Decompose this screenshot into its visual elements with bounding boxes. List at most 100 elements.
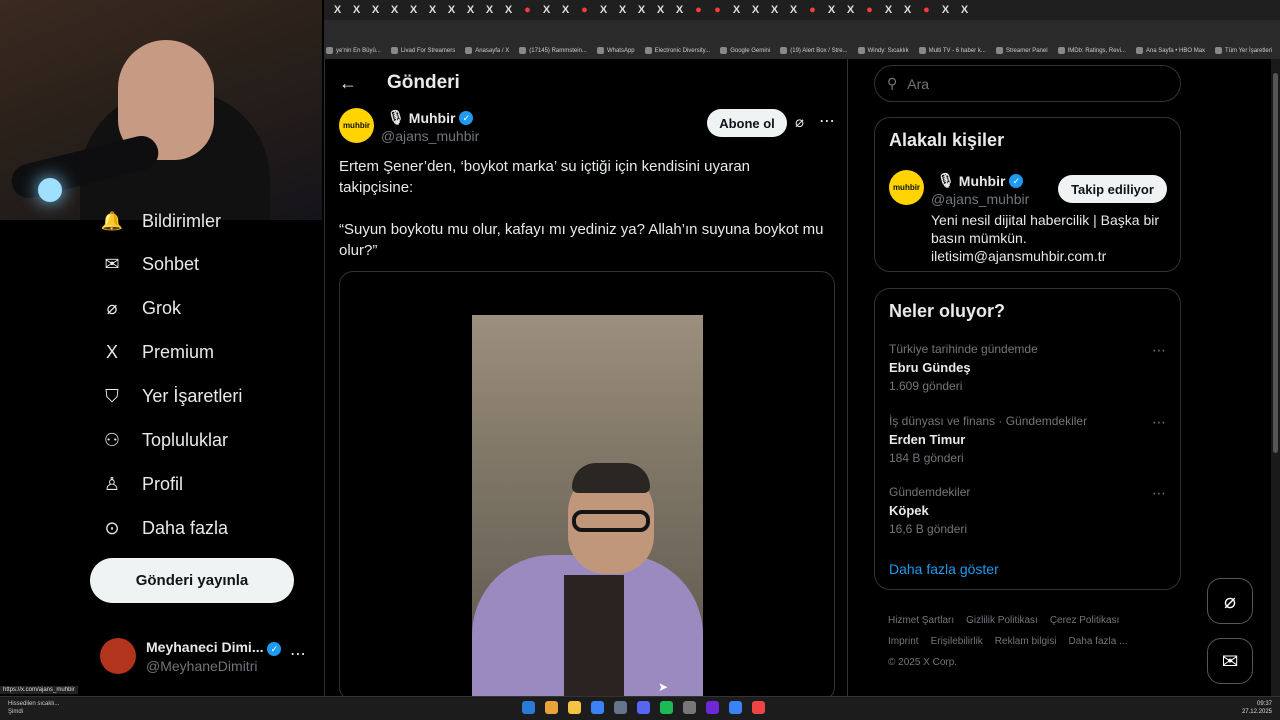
nav-item-5[interactable]: ⚇ Topluluklar <box>100 425 228 455</box>
x-tab-icon[interactable]: X <box>556 0 575 20</box>
weather-notification[interactable]: Hissedilen sıcaklı... Şimdi <box>8 700 59 716</box>
footer-link[interactable]: Erişilebilirlik <box>931 636 983 647</box>
author-name[interactable]: 🎙 Muhbir ✓ <box>387 109 474 126</box>
nav-item-2[interactable]: ⌀ Grok <box>100 293 181 323</box>
messages-fab-icon[interactable]: ✉ <box>1207 638 1253 684</box>
scrollbar-thumb[interactable] <box>1273 73 1278 453</box>
post-media[interactable]: ➤ <box>339 271 835 701</box>
related-name[interactable]: 🎙 Muhbir ✓ <box>937 172 1024 189</box>
nav-item-1[interactable]: ✉ Sohbet <box>100 249 199 279</box>
bookmark-item[interactable]: Anasayfa / X <box>465 47 509 54</box>
x-tab-icon[interactable]: X <box>765 0 784 20</box>
x-tab-icon[interactable]: X <box>613 0 632 20</box>
footer-link[interactable]: Daha fazla ... <box>1068 636 1127 647</box>
bookmark-item[interactable]: Google Gemini <box>720 47 770 54</box>
x-tab-icon[interactable]: X <box>404 0 423 20</box>
taskbar-app-icon[interactable] <box>706 701 719 714</box>
youtube-tab-icon[interactable]: ● <box>917 0 936 20</box>
x-tab-icon[interactable]: X <box>784 0 803 20</box>
x-tab-icon[interactable]: X <box>632 0 651 20</box>
scrollbar[interactable] <box>1271 59 1280 696</box>
author-avatar[interactable]: muhbir <box>339 108 374 143</box>
x-tab-icon[interactable]: X <box>879 0 898 20</box>
taskbar-app-icon[interactable] <box>729 701 742 714</box>
more-icon[interactable]: ⋯ <box>1152 342 1166 359</box>
taskbar-app-icon[interactable] <box>545 701 558 714</box>
bookmark-item[interactable]: Livad For Streamers <box>390 47 455 54</box>
taskbar-app-icon[interactable] <box>637 701 650 714</box>
bookmark-item[interactable]: IMDb: Ratings, Revi... <box>1057 47 1126 54</box>
video-player[interactable] <box>472 315 703 700</box>
taskbar-app-icon[interactable] <box>683 701 696 714</box>
trend-item[interactable]: İş dünyası ve finans · Gündemdekiler Erde… <box>889 414 1174 465</box>
related-handle[interactable]: @ajans_muhbir <box>931 191 1029 207</box>
related-avatar[interactable]: muhbir <box>889 170 924 205</box>
bookmark-item[interactable]: WhatsApp <box>596 47 635 54</box>
youtube-tab-icon[interactable]: ● <box>518 0 537 20</box>
x-tab-icon[interactable]: X <box>385 0 404 20</box>
trend-item[interactable]: Gündemdekiler Köpek 16,6 B gönderi ⋯ <box>889 485 1174 536</box>
clock[interactable]: 09:37 27.12.2025 <box>1242 700 1272 716</box>
x-tab-icon[interactable]: X <box>670 0 689 20</box>
x-tab-icon[interactable]: X <box>366 0 385 20</box>
nav-item-6[interactable]: ♙ Profil <box>100 469 183 499</box>
grok-icon[interactable]: ⌀ <box>795 113 804 131</box>
x-tab-icon[interactable]: X <box>841 0 860 20</box>
taskbar-app-icon[interactable] <box>522 701 535 714</box>
x-tab-icon[interactable]: X <box>936 0 955 20</box>
bookmark-item[interactable]: Streamer Panel <box>995 47 1048 54</box>
footer-link[interactable]: Çerez Politikası <box>1050 615 1119 626</box>
post-button[interactable]: Gönderi yayınla <box>90 558 294 603</box>
bookmark-item[interactable]: Ana Sayfa • HBO Max <box>1135 47 1205 54</box>
x-tab-icon[interactable]: X <box>727 0 746 20</box>
bookmark-item[interactable]: Multi TV - 6 haber k... <box>918 47 986 54</box>
bookmark-item[interactable]: Tüm Yer İşaretleri <box>1215 47 1272 54</box>
bookmark-item[interactable]: Windy: Sıcaklık <box>857 47 909 54</box>
x-tab-icon[interactable]: X <box>480 0 499 20</box>
bookmark-item[interactable]: (17145) Rammstein... <box>519 47 587 54</box>
x-tab-icon[interactable]: X <box>423 0 442 20</box>
back-arrow-icon[interactable]: ← <box>339 73 357 94</box>
show-more-link[interactable]: Daha fazla göster <box>889 561 999 577</box>
footer-link[interactable]: Reklam bilgisi <box>995 636 1057 647</box>
youtube-tab-icon[interactable]: ● <box>803 0 822 20</box>
subscribe-button[interactable]: Abone ol <box>707 109 787 137</box>
x-tab-icon[interactable]: X <box>537 0 556 20</box>
x-tab-icon[interactable]: X <box>461 0 480 20</box>
x-tab-icon[interactable]: X <box>442 0 461 20</box>
nav-item-7[interactable]: ⊙ Daha fazla <box>100 513 228 543</box>
nav-item-4[interactable]: ⛉ Yer İşaretleri <box>100 381 242 411</box>
youtube-tab-icon[interactable]: ● <box>689 0 708 20</box>
search-box[interactable]: ⚲ Ara <box>874 65 1181 102</box>
nav-item-0[interactable]: 🔔 Bildirimler <box>100 206 221 236</box>
more-options-icon[interactable]: ⋯ <box>819 111 835 131</box>
x-tab-icon[interactable]: X <box>955 0 974 20</box>
more-icon[interactable]: ⋯ <box>1152 485 1166 502</box>
x-tab-icon[interactable]: X <box>499 0 518 20</box>
bookmark-item[interactable]: ye'nin En Büyü... <box>326 47 381 54</box>
taskbar-app-icon[interactable] <box>660 701 673 714</box>
footer-link[interactable]: Gizlilik Politikası <box>966 615 1038 626</box>
youtube-tab-icon[interactable]: ● <box>708 0 727 20</box>
bookmark-item[interactable]: Electronic Diversity... <box>644 47 710 54</box>
grok-fab-icon[interactable]: ⌀ <box>1207 578 1253 624</box>
search-input[interactable]: Ara <box>907 76 929 92</box>
taskbar-app-icon[interactable] <box>752 701 765 714</box>
bookmark-item[interactable]: (19) Alert Box / Stre... <box>780 47 848 54</box>
x-tab-icon[interactable]: X <box>594 0 613 20</box>
taskbar-app-icon[interactable] <box>591 701 604 714</box>
account-switcher[interactable]: Meyhaneci Dimi... ✓ @MeyhaneDimitri ⋯ <box>100 636 310 676</box>
x-tab-icon[interactable]: X <box>898 0 917 20</box>
nav-item-3[interactable]: X Premium <box>100 337 214 367</box>
footer-link[interactable]: Imprint <box>888 636 919 647</box>
x-tab-icon[interactable]: X <box>651 0 670 20</box>
following-button[interactable]: Takip ediliyor <box>1058 175 1167 203</box>
x-tab-icon[interactable]: X <box>347 0 366 20</box>
x-tab-icon[interactable]: X <box>328 0 347 20</box>
more-icon[interactable]: ⋯ <box>290 644 306 664</box>
youtube-tab-icon[interactable]: ● <box>575 0 594 20</box>
taskbar-app-icon[interactable] <box>568 701 581 714</box>
footer-link[interactable]: Hizmet Şartları <box>888 615 954 626</box>
taskbar-app-icon[interactable] <box>614 701 627 714</box>
trend-item[interactable]: Türkiye tarihinde gündemde Ebru Gündeş 1.6… <box>889 342 1174 393</box>
